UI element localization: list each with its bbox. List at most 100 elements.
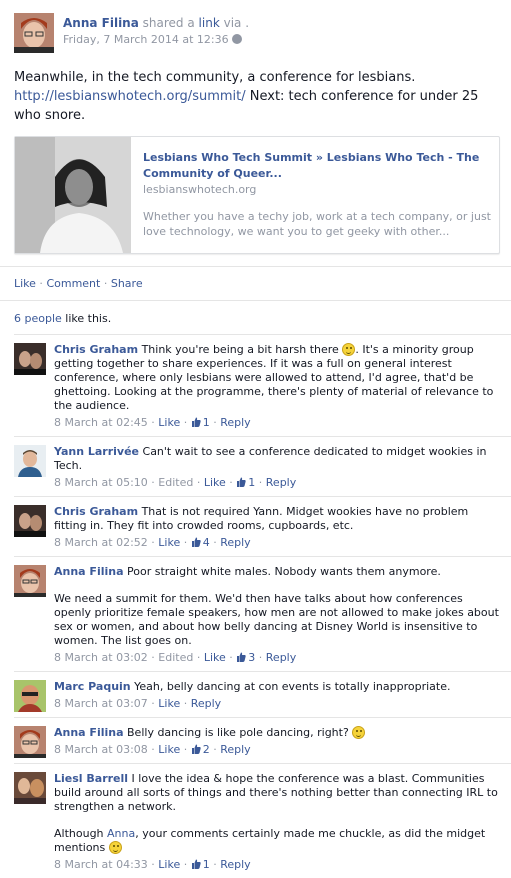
share-action[interactable]: Share (111, 277, 143, 290)
comment-item: Chris Graham That is not required Yann. … (14, 496, 511, 556)
message-url-link[interactable]: http://lesbianswhotech.org/summit/ (14, 89, 246, 104)
commenter-avatar[interactable] (14, 680, 46, 712)
likes-count-link[interactable]: 6 people (14, 312, 62, 325)
link-preview-image[interactable] (15, 137, 131, 253)
comment-like-link[interactable]: Like (158, 416, 180, 429)
mention-link[interactable]: Anna (107, 827, 135, 840)
post-timestamp[interactable]: Friday, 7 March 2014 at 12:36 (63, 33, 229, 46)
comment-reply-link[interactable]: Reply (191, 697, 221, 710)
comment-item: Marc Paquin Yeah, belly dancing at con e… (14, 671, 511, 717)
comment-like-link[interactable]: Like (158, 697, 180, 710)
commenter-name[interactable]: Yann Larrivée (54, 445, 139, 458)
comment-reply-link[interactable]: Reply (266, 651, 296, 664)
comment-like-link[interactable]: Like (204, 651, 226, 664)
comment-text: We need a summit for them. We'd then hav… (54, 592, 499, 647)
comment-text: Although (54, 827, 108, 840)
commenter-name[interactable]: Liesl Barrell (54, 772, 128, 785)
message-text: Meanwhile, in the tech community, a conf… (14, 70, 416, 85)
link-preview-card[interactable]: Lesbians Who Tech Summit » Lesbians Who … (14, 136, 500, 254)
commenter-avatar[interactable] (14, 726, 46, 758)
action-sep: · (35, 277, 47, 290)
commenter-avatar[interactable] (14, 772, 46, 804)
comment-like-link[interactable]: Like (158, 858, 180, 871)
commenter-name[interactable]: Anna Filina (54, 726, 124, 739)
like-action[interactable]: Like (14, 277, 36, 290)
comment-timestamp[interactable]: 8 March at 03:08 (54, 743, 148, 756)
comment-text: Poor straight white males. Nobody wants … (123, 565, 441, 578)
post-message: Meanwhile, in the tech community, a conf… (14, 68, 502, 125)
thumbs-up-icon (191, 537, 201, 547)
comment-meta: 8 March at 03:02 · Edited · Like · 3 · R… (54, 651, 297, 664)
comment-timestamp[interactable]: 8 March at 02:52 (54, 536, 148, 549)
post-author-link[interactable]: Anna Filina (63, 16, 139, 30)
thumbs-up-icon (191, 859, 201, 869)
divider (0, 266, 511, 267)
comment-item: Liesl Barrell I love the idea & hope the… (14, 763, 511, 878)
author-avatar[interactable] (14, 13, 54, 53)
commenter-name[interactable]: Chris Graham (54, 505, 138, 518)
shared-text: shared a (142, 16, 195, 30)
comment-reply-link[interactable]: Reply (220, 416, 250, 429)
comment-item: Anna Filina Belly dancing is like pole d… (14, 717, 511, 763)
comment-timestamp[interactable]: 8 March at 02:45 (54, 416, 148, 429)
comment-reply-link[interactable]: Reply (220, 858, 250, 871)
comment-reply-link[interactable]: Reply (220, 536, 250, 549)
comment-like-link[interactable]: Like (158, 536, 180, 549)
comments-list: Chris Graham Think you're being a bit ha… (0, 334, 511, 878)
comment-item: Yann Larrivée Can't wait to see a confer… (14, 436, 511, 496)
smile-emoji-icon (352, 726, 366, 739)
commenter-avatar[interactable] (14, 565, 46, 597)
likes-rest: like this. (61, 312, 112, 325)
post-header: Anna Filina shared a link via . Friday, … (14, 13, 494, 53)
comment-like-link[interactable]: Like (158, 743, 180, 756)
comment-timestamp[interactable]: 8 March at 05:10 (54, 476, 148, 489)
commenter-avatar[interactable] (14, 505, 46, 537)
shared-link-word[interactable]: link (199, 16, 220, 30)
comment-reply-link[interactable]: Reply (220, 743, 250, 756)
smile-emoji-icon (108, 841, 122, 854)
comment-like-link[interactable]: Like (204, 476, 226, 489)
commenter-name[interactable]: Anna Filina (54, 565, 124, 578)
commenter-avatar[interactable] (14, 343, 46, 375)
commenter-name[interactable]: Chris Graham (54, 343, 138, 356)
comment-edited[interactable]: Edited (158, 476, 193, 489)
comment-item: Anna Filina Poor straight white males. N… (14, 556, 511, 671)
divider (0, 300, 511, 301)
comment-timestamp[interactable]: 8 March at 03:07 (54, 697, 148, 710)
comment-meta: 8 March at 03:08 · Like · 2 · Reply (54, 743, 251, 756)
action-sep: · (100, 277, 111, 290)
comment-like-count[interactable]: 1 (191, 858, 210, 871)
comment-like-count[interactable]: 2 (191, 743, 210, 756)
likes-summary: 6 people like this. (14, 312, 111, 325)
comment-text: Yeah, belly dancing at con events is tot… (130, 680, 451, 693)
via-text: via . (223, 16, 250, 30)
comment-edited[interactable]: Edited (158, 651, 193, 664)
comment-meta: 8 March at 02:45 · Like · 1 · Reply (54, 416, 251, 429)
comment-like-count[interactable]: 3 (236, 651, 255, 664)
comment-like-count[interactable]: 1 (191, 416, 210, 429)
comment-like-count[interactable]: 4 (191, 536, 210, 549)
comment-meta: 8 March at 05:10 · Edited · Like · 1 · R… (54, 476, 297, 489)
comment-action[interactable]: Comment (46, 277, 100, 290)
commenter-avatar[interactable] (14, 445, 46, 477)
comment-text: Think you're being a bit harsh there (138, 343, 343, 356)
comment-timestamp[interactable]: 8 March at 03:02 (54, 651, 148, 664)
comment-item: Chris Graham Think you're being a bit ha… (14, 334, 511, 436)
thumbs-up-icon (237, 477, 246, 487)
comment-like-count[interactable]: 1 (236, 476, 255, 489)
comment-text: Belly dancing is like pole dancing, righ… (123, 726, 353, 739)
post-date: Friday, 7 March 2014 at 12:36 (63, 33, 249, 46)
link-preview-title[interactable]: Lesbians Who Tech Summit » Lesbians Who … (143, 150, 491, 182)
frown-emoji-icon (342, 343, 356, 356)
comment-meta: 8 March at 03:07 · Like · Reply (54, 697, 222, 710)
commenter-name[interactable]: Marc Paquin (54, 680, 131, 693)
thumbs-up-icon (191, 417, 201, 427)
comment-timestamp[interactable]: 8 March at 04:33 (54, 858, 148, 871)
comment-meta: 8 March at 04:33 · Like · 1 · Reply (54, 858, 251, 871)
link-preview-domain: lesbianswhotech.org (143, 183, 257, 196)
post-actions: Like · Comment · Share (14, 277, 143, 290)
comment-reply-link[interactable]: Reply (266, 476, 296, 489)
globe-icon[interactable] (231, 34, 242, 44)
